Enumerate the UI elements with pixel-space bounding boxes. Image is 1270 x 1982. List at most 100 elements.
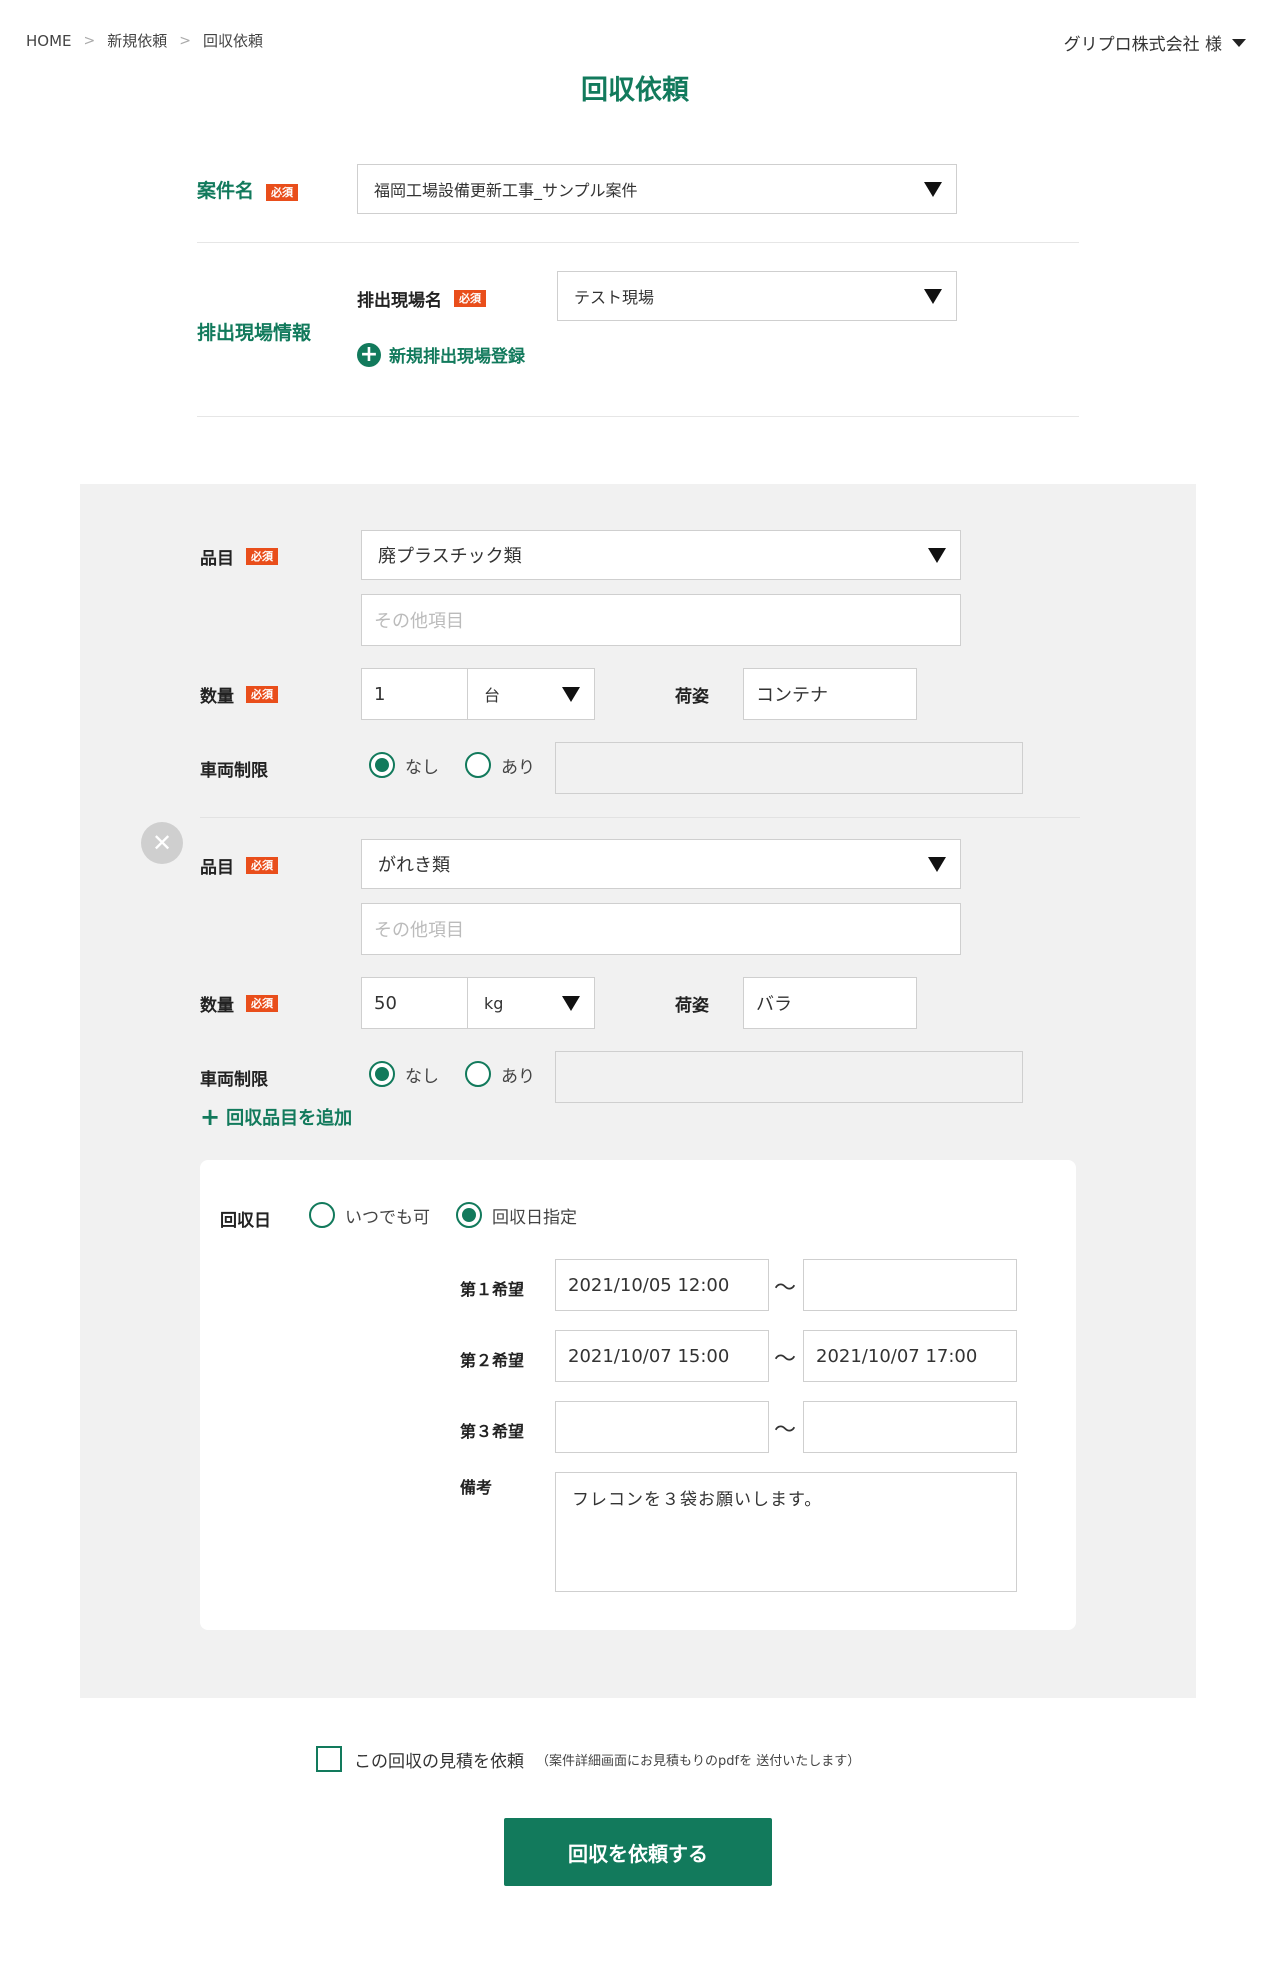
user-menu[interactable]: グリプロ株式会社 様: [1064, 30, 1246, 55]
site-label-row: 排出現場名 必須: [357, 286, 486, 311]
item-select[interactable]: 廃プラスチック類: [361, 530, 961, 580]
preference-from-value: 2021/10/05 12:00: [568, 1274, 730, 1296]
chevron-right-icon: >: [83, 32, 96, 49]
preference-3-to-input[interactable]: [803, 1401, 1017, 1453]
project-select-value: 福岡工場設備更新工事_サンプル案件: [374, 181, 638, 200]
required-badge: 必須: [266, 184, 299, 201]
required-badge: 必須: [246, 857, 278, 874]
remarks-value: フレコンを３袋お願いします。: [572, 1490, 823, 1510]
collection-anytime-option[interactable]: いつでも可: [309, 1202, 430, 1228]
preference-from-value: 2021/10/07 15:00: [568, 1345, 730, 1367]
site-label: 排出現場名: [357, 291, 442, 311]
radio-selected-icon: [369, 752, 395, 778]
qty-value: 1: [374, 683, 386, 705]
divider: [197, 416, 1079, 417]
plus-circle-icon: +: [357, 342, 381, 367]
vehicle-option-label: なし: [405, 757, 439, 778]
other-item-placeholder: その他項目: [374, 920, 464, 941]
vehicle-detail-input[interactable]: [555, 1051, 1023, 1103]
vehicle-option-yes[interactable]: あり: [465, 752, 535, 778]
preference-2-from-input[interactable]: 2021/10/07 15:00: [555, 1330, 769, 1382]
collection-option-label: 回収日指定: [492, 1207, 577, 1228]
required-badge: 必須: [454, 290, 486, 307]
packing-input[interactable]: コンテナ: [743, 668, 917, 720]
chevron-right-icon: >: [179, 32, 191, 49]
add-site-button[interactable]: + 新規排出現場登録: [357, 342, 525, 367]
vehicle-option-none[interactable]: なし: [369, 1061, 439, 1087]
range-tilde: 〜: [774, 1347, 797, 1372]
qty-input[interactable]: 50: [361, 977, 469, 1029]
site-section-label: 排出現場情報: [197, 322, 312, 344]
dropdown-arrow-icon: [924, 181, 942, 197]
quote-checkbox[interactable]: [316, 1746, 342, 1772]
vehicle-option-label: あり: [501, 1066, 535, 1087]
qty-label: 数量: [200, 996, 234, 1016]
item-label: 品目: [200, 549, 234, 569]
packing-input[interactable]: バラ: [743, 977, 917, 1029]
preference-to-value: 2021/10/07 17:00: [816, 1345, 978, 1367]
preference-1-to-input[interactable]: [803, 1259, 1017, 1311]
add-item-button[interactable]: + 回収品目を追加: [200, 1104, 352, 1130]
vehicle-detail-input[interactable]: [555, 742, 1023, 794]
preference-3-label: 第３希望: [460, 1422, 525, 1441]
item-select-value: 廃プラスチック類: [378, 546, 522, 567]
packing-value: バラ: [756, 994, 792, 1015]
remarks-textarea[interactable]: フレコンを３袋お願いします。: [555, 1472, 1017, 1592]
unit-select[interactable]: kg: [467, 977, 595, 1029]
unit-select[interactable]: 台: [467, 668, 595, 720]
close-icon: ✕: [151, 829, 173, 857]
qty-value: 50: [374, 992, 397, 1014]
preference-2-to-input[interactable]: 2021/10/07 17:00: [803, 1330, 1017, 1382]
other-item-input[interactable]: その他項目: [361, 594, 961, 646]
vehicle-label: 車両制限: [200, 761, 268, 781]
radio-selected-icon: [456, 1202, 482, 1228]
submit-request-button[interactable]: 回収を依頼する: [504, 1818, 772, 1886]
unit-value: kg: [484, 993, 504, 1013]
other-item-placeholder: その他項目: [374, 611, 464, 632]
radio-icon: [465, 1061, 491, 1087]
vehicle-radio-group: なし あり: [369, 1061, 551, 1087]
required-badge: 必須: [246, 686, 278, 703]
range-tilde: 〜: [774, 1276, 797, 1301]
project-label-row: 案件名 必須: [197, 176, 299, 203]
project-select[interactable]: 福岡工場設備更新工事_サンプル案件: [357, 164, 957, 214]
vehicle-option-yes[interactable]: あり: [465, 1061, 535, 1087]
item-select[interactable]: がれき類: [361, 839, 961, 889]
breadcrumb-new-request[interactable]: 新規依頼: [107, 30, 167, 51]
range-tilde: 〜: [774, 1418, 797, 1443]
quote-request-row[interactable]: この回収の見積を依頼 （案件詳細画面にお見積もりのpdfを 送付いたします）: [316, 1746, 860, 1772]
qty-label-row: 数量 必須: [200, 991, 278, 1016]
item-select-value: がれき類: [378, 855, 450, 876]
dropdown-arrow-icon: [928, 547, 946, 563]
collection-option-label: いつでも可: [345, 1207, 430, 1228]
item-label-row: 品目 必須: [200, 853, 278, 878]
add-site-label: 新規排出現場登録: [389, 347, 525, 367]
add-item-label: 回収品目を追加: [226, 1108, 353, 1129]
remove-item-button[interactable]: ✕: [141, 822, 183, 864]
other-item-input[interactable]: その他項目: [361, 903, 961, 955]
divider: [197, 242, 1079, 243]
divider: [200, 817, 1080, 818]
required-badge: 必須: [246, 995, 278, 1012]
dropdown-arrow-icon: [924, 288, 942, 304]
vehicle-label: 車両制限: [200, 1070, 268, 1090]
preference-3-from-input[interactable]: [555, 1401, 769, 1453]
collection-date-radio-group: いつでも可 回収日指定: [309, 1202, 593, 1228]
vehicle-option-none[interactable]: なし: [369, 752, 439, 778]
packing-label: 荷姿: [675, 687, 709, 707]
quote-label: この回収の見積を依頼: [354, 1751, 524, 1772]
breadcrumb-home[interactable]: HOME: [26, 32, 72, 50]
page-title: 回収依頼: [581, 75, 689, 106]
unit-value: 台: [484, 686, 501, 705]
user-name: グリプロ株式会社 様: [1063, 35, 1222, 55]
packing-label: 荷姿: [675, 996, 709, 1016]
preference-1-from-input[interactable]: 2021/10/05 12:00: [555, 1259, 769, 1311]
collection-specify-option[interactable]: 回収日指定: [456, 1202, 577, 1228]
qty-input[interactable]: 1: [361, 668, 469, 720]
vehicle-radio-group: なし あり: [369, 752, 551, 778]
site-select[interactable]: テスト現場: [557, 271, 957, 321]
preference-2-label: 第２希望: [460, 1351, 525, 1370]
vehicle-option-label: なし: [405, 1066, 439, 1087]
breadcrumb-current: 回収依頼: [203, 32, 264, 50]
item-label-row: 品目 必須: [200, 544, 278, 569]
